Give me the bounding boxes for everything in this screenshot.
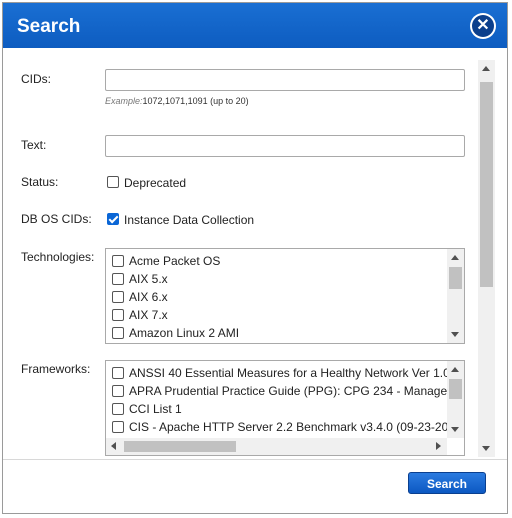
frameworks-vscroll-thumb[interactable] [449, 379, 462, 399]
dialog-footer: Search [3, 459, 507, 513]
technologies-listbox[interactable]: Acme Packet OS AIX 5.x AIX 6.x AIX 7.x A… [105, 248, 465, 344]
technology-checkbox[interactable] [112, 327, 124, 339]
technology-checkbox[interactable] [112, 255, 124, 267]
scroll-right-arrow-icon[interactable] [436, 442, 441, 450]
deprecated-label: Deprecated [124, 176, 187, 190]
scroll-up-arrow-icon[interactable] [482, 66, 490, 71]
close-icon: ✕ [472, 15, 494, 37]
scroll-down-arrow-icon[interactable] [451, 332, 459, 337]
framework-checkbox[interactable] [112, 403, 124, 415]
scroll-down-arrow-icon[interactable] [482, 446, 490, 451]
frameworks-label: Frameworks: [21, 362, 91, 376]
framework-checkbox[interactable] [112, 385, 124, 397]
cids-hint-text: 1072,1071,1091 (up to 20) [142, 96, 249, 106]
search-button[interactable]: Search [408, 472, 486, 494]
cids-input[interactable] [105, 69, 465, 91]
scroll-up-arrow-icon[interactable] [451, 255, 459, 260]
technologies-scrollbar[interactable] [447, 249, 464, 343]
technology-checkbox[interactable] [112, 309, 124, 321]
dialog-body: CIDs: Example:1072,1071,1091 (up to 20) … [3, 48, 507, 459]
dialog-scroll-thumb[interactable] [480, 82, 493, 287]
text-input[interactable] [105, 135, 465, 157]
frameworks-vscrollbar[interactable] [447, 361, 464, 438]
close-button[interactable]: ✕ [470, 13, 496, 39]
scroll-up-arrow-icon[interactable] [451, 367, 459, 372]
frameworks-hscrollbar[interactable] [106, 438, 447, 455]
frameworks-listbox[interactable]: ANSSI 40 Essential Measures for a Health… [105, 360, 465, 456]
instance-data-collection-label: Instance Data Collection [124, 213, 255, 227]
cids-label: CIDs: [21, 72, 51, 86]
technologies-scroll-thumb[interactable] [449, 267, 462, 289]
status-label: Status: [21, 175, 59, 189]
technologies-label: Technologies: [21, 250, 95, 264]
cids-hint: Example:1072,1071,1091 (up to 20) [105, 96, 249, 106]
dialog-title: Search [17, 16, 81, 37]
dialog-scrollbar[interactable] [478, 60, 495, 457]
technology-checkbox[interactable] [112, 291, 124, 303]
cids-hint-prefix: Example: [105, 96, 143, 106]
instance-data-collection-checkbox[interactable] [107, 213, 119, 225]
scroll-down-arrow-icon[interactable] [451, 427, 459, 432]
db-os-cids-label: DB OS CIDs: [21, 212, 92, 226]
deprecated-checkbox[interactable] [107, 176, 119, 188]
frameworks-hscroll-thumb[interactable] [124, 441, 236, 452]
scroll-left-arrow-icon[interactable] [111, 442, 116, 450]
dialog-titlebar: Search ✕ [3, 3, 507, 48]
framework-checkbox[interactable] [112, 367, 124, 379]
technology-checkbox[interactable] [112, 273, 124, 285]
framework-checkbox[interactable] [112, 421, 124, 433]
text-label: Text: [21, 138, 47, 152]
search-dialog: Search ✕ CIDs: Example:1072,1071,1091 (u… [2, 2, 508, 514]
